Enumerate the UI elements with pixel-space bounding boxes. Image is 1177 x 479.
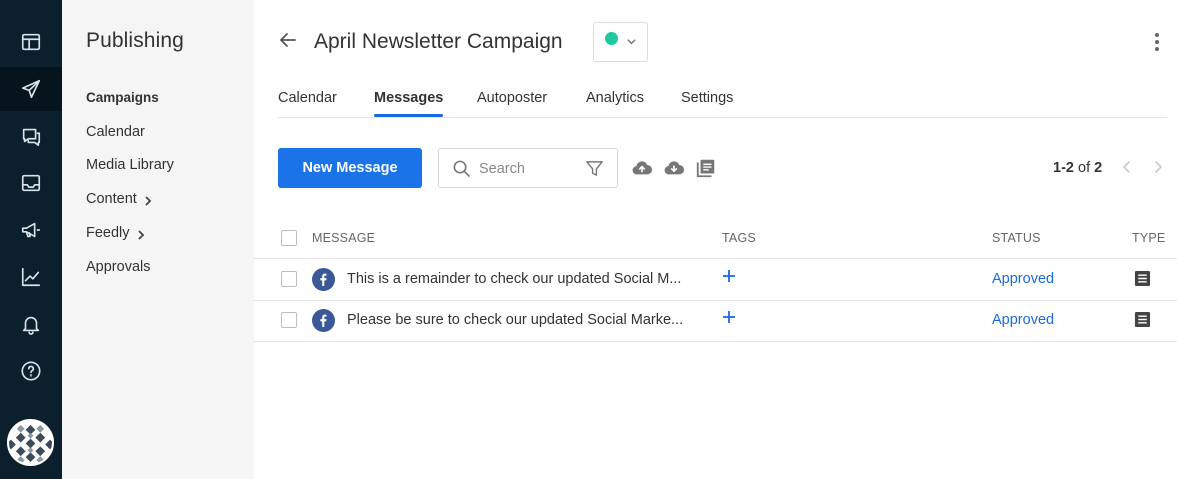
subnav-title: Publishing bbox=[86, 29, 184, 52]
column-header-status: STATUS bbox=[992, 231, 1041, 245]
subnav-item-media-library[interactable]: Media Library bbox=[86, 157, 174, 173]
add-tag-icon[interactable] bbox=[722, 269, 740, 289]
subnav-item-label: Media Library bbox=[86, 157, 174, 173]
row-checkbox[interactable] bbox=[281, 312, 297, 328]
filter-icon[interactable] bbox=[585, 159, 604, 183]
publishing-send-icon[interactable] bbox=[0, 67, 62, 111]
status-link[interactable]: Approved bbox=[992, 312, 1054, 328]
app-icon-rail bbox=[0, 0, 62, 479]
library-icon[interactable] bbox=[695, 157, 717, 179]
notifications-bell-icon[interactable] bbox=[0, 302, 62, 346]
tab-calendar[interactable]: Calendar bbox=[278, 90, 337, 117]
facebook-icon bbox=[312, 309, 335, 332]
text-post-icon bbox=[1134, 270, 1152, 288]
subnav-item-label: Content bbox=[86, 191, 137, 207]
status-dot-icon bbox=[605, 31, 618, 45]
upload-cloud-icon[interactable] bbox=[631, 157, 653, 179]
back-arrow-icon[interactable] bbox=[278, 30, 302, 54]
subnav-item-label: Calendar bbox=[86, 124, 145, 140]
main-content: April Newsletter Campaign Calendar Messa… bbox=[254, 0, 1177, 479]
column-header-tags: TAGS bbox=[722, 231, 756, 245]
subnav-item-calendar[interactable]: Calendar bbox=[86, 124, 145, 140]
subnav-item-label: Campaigns bbox=[86, 90, 159, 105]
search-icon bbox=[452, 159, 471, 183]
table-row[interactable]: Please be sure to check our updated Soci… bbox=[254, 300, 1177, 342]
tab-autoposter[interactable]: Autoposter bbox=[477, 90, 547, 117]
subnav-item-approvals[interactable]: Approvals bbox=[86, 259, 150, 275]
dashboard-icon[interactable] bbox=[0, 20, 62, 64]
text-post-icon bbox=[1134, 311, 1152, 329]
tab-messages[interactable]: Messages bbox=[374, 90, 444, 117]
more-options-icon[interactable] bbox=[1149, 30, 1165, 54]
pagination-total: 2 bbox=[1094, 160, 1103, 176]
help-icon[interactable] bbox=[0, 349, 62, 393]
chevron-right-icon bbox=[136, 228, 146, 240]
page-title: April Newsletter Campaign bbox=[314, 30, 563, 53]
message-text[interactable]: This is a remainder to check our updated… bbox=[347, 271, 692, 287]
row-checkbox[interactable] bbox=[281, 271, 297, 287]
subnav-item-campaigns[interactable]: Campaigns bbox=[86, 90, 159, 105]
inbox-icon[interactable] bbox=[0, 161, 62, 205]
search-input[interactable] bbox=[479, 158, 579, 180]
pagination-range: 1-2 bbox=[1053, 160, 1074, 176]
message-text[interactable]: Please be sure to check our updated Soci… bbox=[347, 312, 692, 328]
publishing-subnav: Publishing Campaigns Calendar Media Libr… bbox=[62, 0, 254, 479]
chevron-down-icon bbox=[627, 33, 636, 51]
campaign-tabs: Calendar Messages Autoposter Analytics S… bbox=[278, 90, 1167, 118]
pagination-of: of bbox=[1078, 160, 1091, 176]
table-row[interactable]: This is a remainder to check our updated… bbox=[254, 259, 1177, 301]
megaphone-icon[interactable] bbox=[0, 208, 62, 252]
download-cloud-icon[interactable] bbox=[663, 157, 685, 179]
search-box bbox=[438, 148, 618, 188]
subnav-item-label: Feedly bbox=[86, 225, 130, 241]
pagination-summary: 1-2 of 2 bbox=[1053, 160, 1102, 176]
analytics-icon[interactable] bbox=[0, 255, 62, 299]
select-all-checkbox[interactable] bbox=[281, 230, 297, 246]
subnav-item-content[interactable]: Content bbox=[86, 191, 153, 207]
prev-page-icon[interactable] bbox=[1122, 160, 1136, 176]
tab-settings[interactable]: Settings bbox=[681, 90, 733, 117]
status-link[interactable]: Approved bbox=[992, 271, 1054, 287]
facebook-icon bbox=[312, 268, 335, 291]
next-page-icon[interactable] bbox=[1153, 160, 1167, 176]
column-header-message: MESSAGE bbox=[312, 231, 376, 245]
subnav-item-feedly[interactable]: Feedly bbox=[86, 225, 146, 241]
column-header-type: TYPE bbox=[1132, 231, 1166, 245]
tab-analytics[interactable]: Analytics bbox=[586, 90, 644, 117]
chevron-right-icon bbox=[143, 194, 153, 206]
conversations-icon[interactable] bbox=[0, 114, 62, 158]
user-avatar[interactable] bbox=[7, 419, 54, 466]
messages-table-header: MESSAGE TAGS STATUS TYPE bbox=[254, 218, 1177, 259]
subnav-item-label: Approvals bbox=[86, 259, 151, 275]
new-message-button[interactable]: New Message bbox=[278, 148, 422, 188]
add-tag-icon[interactable] bbox=[722, 310, 740, 330]
campaign-status-dropdown[interactable] bbox=[593, 22, 648, 62]
